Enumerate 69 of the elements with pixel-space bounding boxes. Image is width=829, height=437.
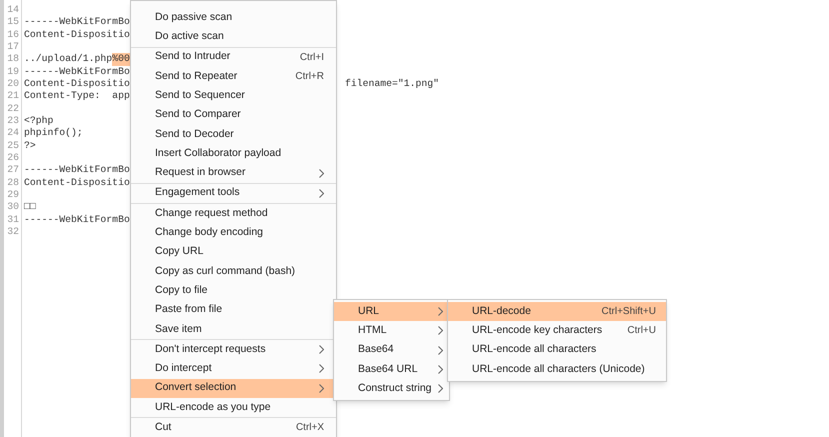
code-text: filename="1.png" (345, 78, 440, 90)
code-text: ------WebKitFormBo (24, 66, 130, 78)
menu-item[interactable]: URL-encode all characters (Unicode) (448, 360, 666, 380)
menu-item[interactable]: Send to Decoder (131, 124, 336, 144)
menu-item[interactable]: URL-encode all characters (448, 340, 666, 360)
line-number: 18 (6, 53, 20, 66)
menu-item[interactable]: Save item (131, 320, 336, 340)
menu-item[interactable]: URL (334, 302, 449, 322)
menu-item[interactable]: Paste from file (131, 300, 336, 320)
line-number: 30 (6, 201, 20, 214)
chevron-right-icon (438, 346, 443, 355)
menu-item[interactable]: Construct string (334, 379, 449, 398)
menu-item[interactable]: Insert Collaborator payload (131, 144, 336, 164)
line-number: 16 (6, 28, 20, 41)
code-text: ------WebKitFormBo (24, 214, 130, 226)
menu-item[interactable]: Convert selection (131, 378, 336, 398)
line-number: 28 (6, 176, 20, 189)
menu-item[interactable]: Cut Ctrl+X (131, 418, 336, 437)
menu-item[interactable]: Send to Repeater Ctrl+R (131, 66, 336, 86)
line-number: 23 (6, 114, 20, 128)
code-text: phpinfo(); (24, 127, 83, 140)
chevron-right-icon (319, 188, 324, 198)
code-text: Content-Dispositio (24, 28, 130, 41)
menu-item[interactable]: URL-encode key characters Ctrl+U (448, 321, 666, 341)
menu-item[interactable]: Copy URL (131, 242, 336, 262)
code-text: Content-Dispositio (24, 176, 130, 189)
chevron-right-icon (319, 384, 324, 393)
menu-item[interactable]: Base64 (334, 340, 449, 360)
menu-item[interactable]: Do active scan (131, 27, 336, 47)
menu-item[interactable]: Send to Comparer (131, 105, 336, 125)
line-number: 21 (6, 90, 20, 103)
code-text: ?> (24, 140, 36, 152)
line-number: 20 (6, 78, 20, 90)
line-number: 27 (6, 164, 20, 177)
line-number: 32 (6, 226, 20, 238)
selected-text: %00 (112, 53, 130, 66)
menu-item[interactable]: URL-decode Ctrl+Shift+U (448, 302, 666, 322)
line-number: 14 (6, 4, 20, 16)
line-number: 17 (6, 40, 20, 54)
menu-item[interactable]: URL-encode as you type (131, 398, 336, 418)
code-text: □□ (24, 201, 36, 214)
code-text: Content-Dispositio (24, 78, 130, 90)
menu-item[interactable]: Send to Intruder Ctrl+I (131, 48, 336, 67)
line-number: 26 (6, 152, 20, 164)
line-number: 22 (6, 102, 20, 115)
menu-item[interactable]: Copy as curl command (bash) (131, 262, 336, 282)
menu-item[interactable]: Change request method (131, 204, 336, 224)
code-text: Content-Type: app (24, 90, 130, 103)
code-text: <?php (24, 114, 54, 128)
menu-item[interactable]: Do intercept (131, 359, 336, 379)
menu-item[interactable]: Change body encoding (131, 223, 336, 243)
line-number: 29 (6, 188, 20, 202)
menu-item[interactable]: HTML (334, 321, 449, 341)
menu-item[interactable]: Don't intercept requests (131, 340, 336, 360)
code-text: ------WebKitFormBo (24, 16, 130, 29)
line-number: 15 (6, 16, 20, 29)
menu-item[interactable]: Do passive scan (131, 8, 336, 28)
line-number: 24 (6, 127, 20, 140)
menu-item[interactable]: Engagement tools (131, 184, 336, 203)
menu-item[interactable]: Copy to file (131, 281, 336, 300)
menu-item[interactable]: Base64 URL (334, 360, 449, 380)
menu-item[interactable]: Request in browser (131, 163, 336, 183)
code-text: ../upload/1.php (24, 53, 112, 66)
chevron-right-icon (319, 168, 324, 178)
menu-item[interactable]: Send to Sequencer (131, 86, 336, 106)
line-number: 25 (6, 140, 20, 152)
code-text: ------WebKitFormBo (24, 164, 130, 177)
line-number: 31 (6, 214, 20, 226)
line-number: 19 (6, 66, 20, 78)
